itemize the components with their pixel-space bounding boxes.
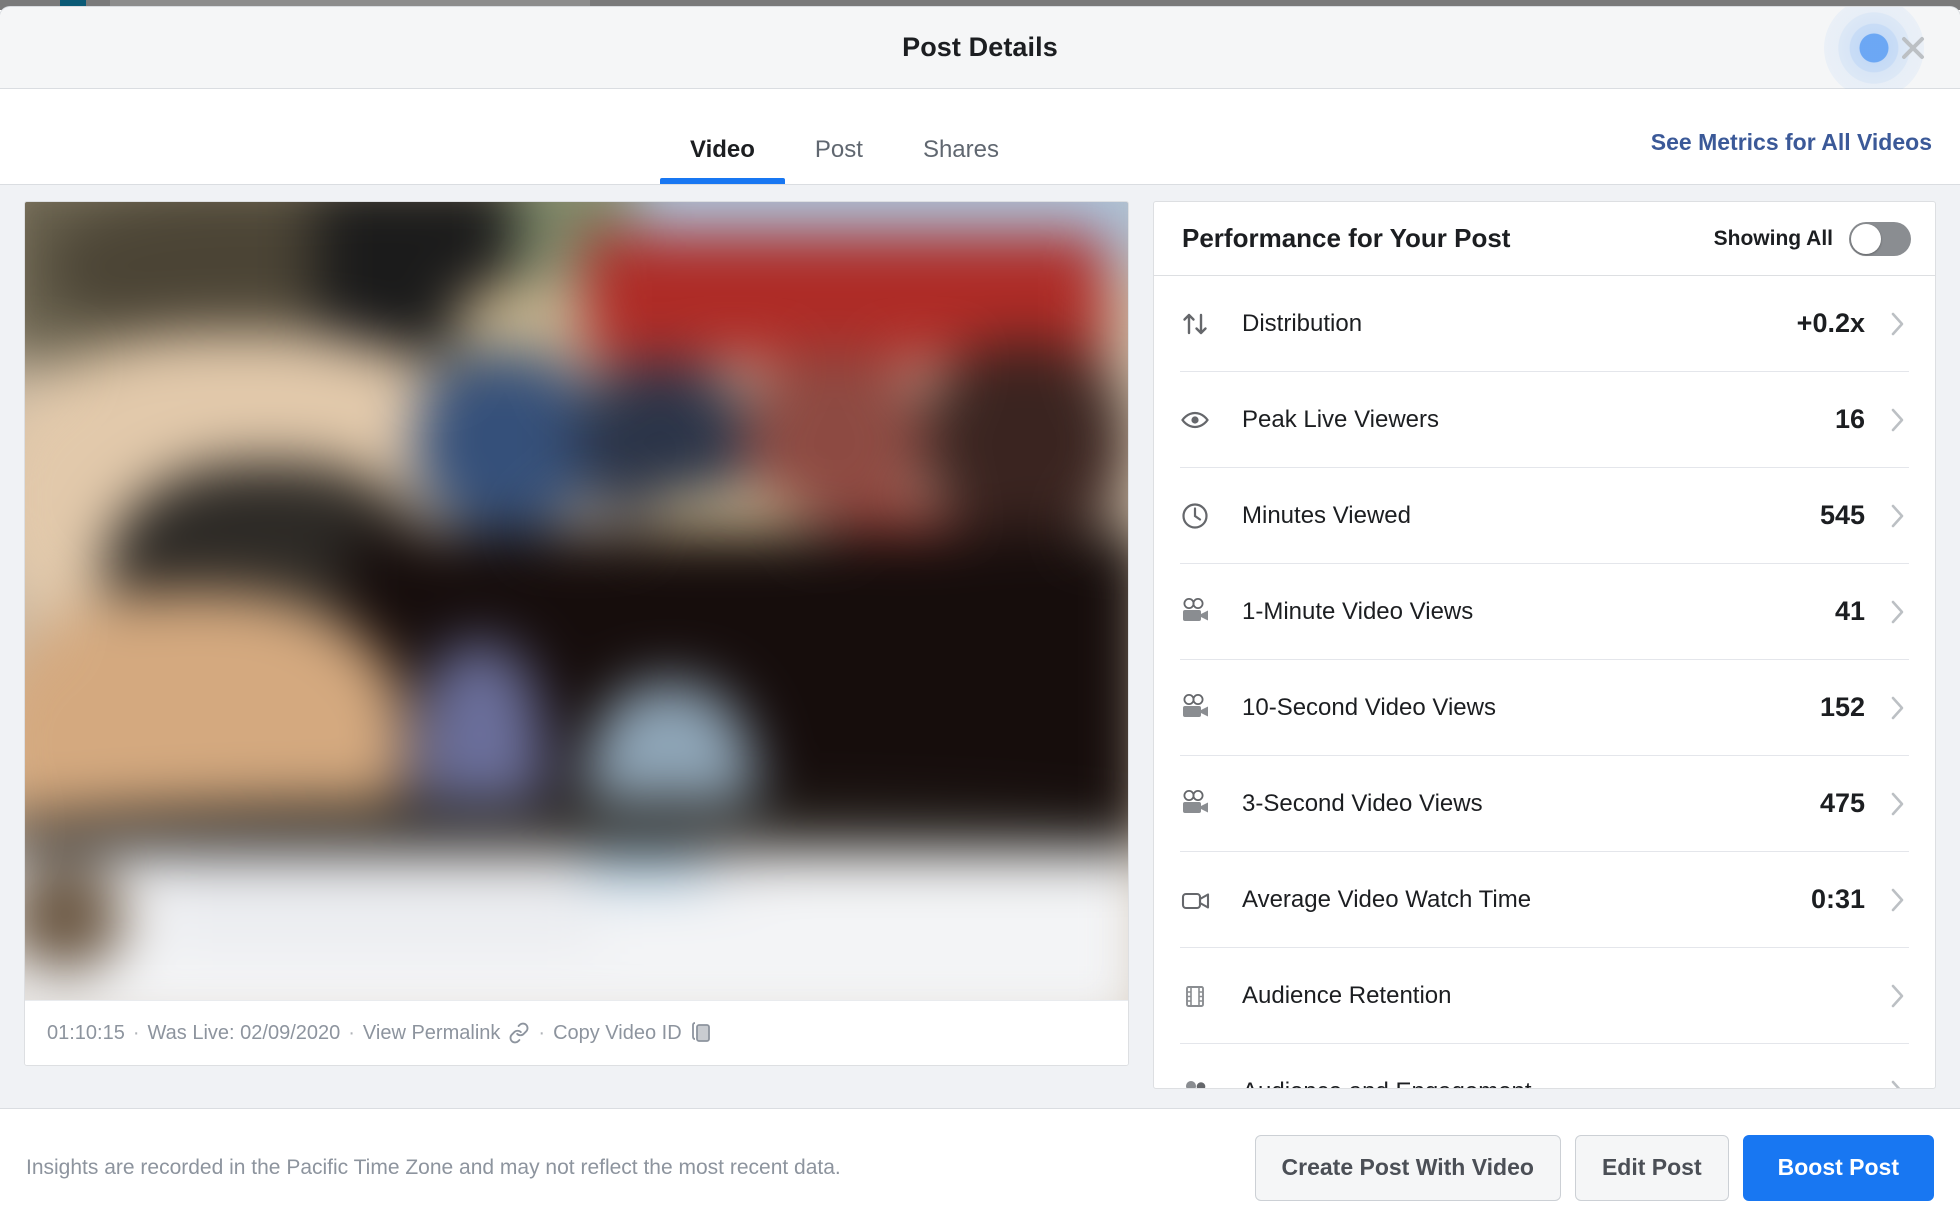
see-metrics-for-all-videos-link[interactable]: See Metrics for All Videos: [1651, 129, 1932, 156]
sort-arrows-icon: [1180, 309, 1232, 339]
metric-label: Distribution: [1242, 309, 1363, 337]
metric-row-audience-retention[interactable]: Audience Retention: [1180, 948, 1909, 1044]
video-duration: 01:10:15: [47, 1021, 125, 1044]
metric-value: 0:31: [1810, 884, 1865, 914]
post-details-dialog: Post Details Video Post Shares See Metri…: [0, 7, 1960, 1226]
dialog-footer: Insights are recorded in the Pacific Tim…: [0, 1108, 1960, 1226]
meta-separator-1: ·: [132, 1021, 140, 1044]
chevron-right-icon: [1887, 599, 1909, 625]
close-button[interactable]: [1890, 25, 1936, 71]
close-icon: [1902, 36, 1924, 59]
movie-camera-icon: [1180, 693, 1232, 723]
dialog-body: 01:10:15 · Was Live: 02/09/2020 · View P…: [0, 185, 1960, 1108]
copy-icon[interactable]: [690, 1021, 712, 1045]
metric-value: 41: [1834, 596, 1865, 626]
chevron-right-icon: [1887, 983, 1909, 1009]
app-root: Post Details Video Post Shares See Metri…: [0, 0, 1960, 1226]
performance-panel: Performance for Your Post Showing All Di…: [1153, 201, 1936, 1089]
video-was-live-date: Was Live: 02/09/2020: [147, 1021, 341, 1044]
edit-post-button[interactable]: Edit Post: [1574, 1134, 1729, 1201]
video-thumbnail-blurred-image: [25, 202, 1128, 1002]
metric-value: 475: [1819, 788, 1865, 818]
metric-row-10-second-video-views[interactable]: 10-Second Video Views 152: [1180, 660, 1909, 756]
tab-video[interactable]: Video: [660, 138, 785, 184]
metric-row-3-second-video-views[interactable]: 3-Second Video Views 475: [1180, 756, 1909, 852]
video-meta-bar: 01:10:15 · Was Live: 02/09/2020 · View P…: [25, 1000, 1128, 1065]
tab-video-label: Video: [690, 136, 755, 163]
film-strip-icon: [1180, 981, 1232, 1011]
chevron-right-icon: [1887, 791, 1909, 817]
boost-post-button[interactable]: Boost Post: [1742, 1134, 1934, 1201]
metric-label: Audience Retention: [1242, 981, 1452, 1009]
metric-label: Audience and Engagement: [1242, 1078, 1865, 1088]
metric-row-peak-live-viewers[interactable]: Peak Live Viewers 16: [1180, 372, 1909, 468]
metric-value: 545: [1819, 500, 1865, 530]
movie-camera-icon: [1180, 789, 1232, 819]
showing-all-toggle[interactable]: [1849, 221, 1911, 256]
metric-row-1-minute-video-views[interactable]: 1-Minute Video Views 41: [1180, 564, 1909, 660]
chevron-right-icon: [1887, 503, 1909, 529]
metric-value: +0.2x: [1796, 308, 1865, 338]
performance-panel-header: Performance for Your Post Showing All: [1154, 202, 1935, 276]
footer-action-buttons: Create Post With Video Edit Post Boost P…: [1254, 1134, 1934, 1201]
video-preview-card: 01:10:15 · Was Live: 02/09/2020 · View P…: [24, 201, 1129, 1066]
people-icon: [1180, 1077, 1232, 1088]
metric-label: Peak Live Viewers: [1242, 405, 1439, 433]
tab-shares[interactable]: Shares: [893, 138, 1029, 184]
meta-separator-2: ·: [348, 1021, 355, 1044]
metric-label: Average Video Watch Time: [1242, 885, 1532, 913]
view-permalink-link[interactable]: View Permalink: [363, 1022, 500, 1045]
chevron-right-icon: [1887, 695, 1909, 721]
chevron-right-icon: [1887, 407, 1909, 433]
tab-shares-label: Shares: [922, 136, 999, 163]
metric-row-audience-and-engagement[interactable]: Audience and Engagement: [1180, 1044, 1909, 1088]
metric-label: 1-Minute Video Views: [1242, 597, 1474, 625]
metric-row-distribution[interactable]: Distribution +0.2x: [1180, 276, 1909, 372]
metric-label: Minutes Viewed: [1242, 501, 1411, 529]
tab-bar: Video Post Shares See Metrics for All Vi…: [0, 89, 1960, 185]
toggle-knob: [1851, 223, 1881, 254]
chevron-right-icon: [1887, 1079, 1909, 1088]
metrics-list: Distribution +0.2x Peak Live Viewers 16 …: [1154, 276, 1935, 1088]
video-thumbnail[interactable]: [25, 202, 1128, 1002]
metric-value: 16: [1834, 404, 1865, 434]
copy-video-id-link[interactable]: Copy Video ID: [553, 1022, 682, 1045]
metric-value: 152: [1819, 692, 1865, 722]
link-icon[interactable]: [508, 1022, 530, 1044]
video-camera-icon: [1180, 885, 1232, 915]
meta-separator-3: ·: [538, 1021, 546, 1044]
dialog-header: Post Details: [0, 7, 1960, 98]
eye-icon: [1180, 405, 1232, 435]
metric-label: 3-Second Video Views: [1242, 789, 1483, 817]
create-post-with-video-button[interactable]: Create Post With Video: [1254, 1134, 1561, 1201]
movie-camera-icon: [1180, 597, 1232, 627]
performance-title: Performance for Your Post: [1182, 223, 1511, 253]
chevron-right-icon: [1887, 887, 1909, 913]
chevron-right-icon: [1887, 311, 1909, 337]
page-title: Post Details: [902, 32, 1058, 62]
metric-label: 10-Second Video Views: [1242, 693, 1496, 721]
metric-row-average-video-watch-time[interactable]: Average Video Watch Time 0:31: [1180, 852, 1909, 948]
tab-post[interactable]: Post: [785, 138, 893, 184]
insights-timezone-note: Insights are recorded in the Pacific Tim…: [26, 1155, 841, 1179]
tab-list: Video Post Shares: [660, 89, 1029, 184]
clock-icon: [1180, 501, 1232, 531]
showing-all-label: Showing All: [1713, 226, 1833, 250]
tab-post-label: Post: [814, 136, 863, 163]
metric-row-minutes-viewed[interactable]: Minutes Viewed 545: [1180, 468, 1909, 564]
